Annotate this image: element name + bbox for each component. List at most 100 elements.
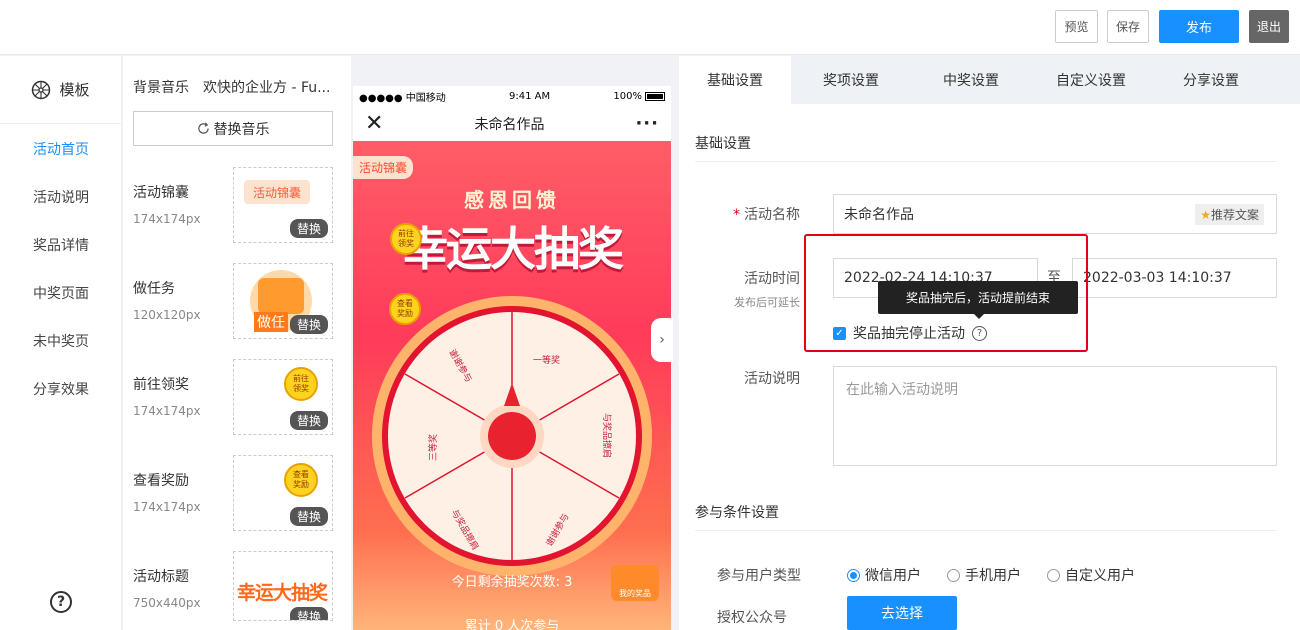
more-icon[interactable]: ··· xyxy=(635,113,659,134)
choose-account-button[interactable]: 去选择 xyxy=(847,596,957,630)
goto-thumb-text: 前往领奖 xyxy=(284,367,318,401)
title-thumb-text: 幸运大抽奖 xyxy=(237,582,328,604)
chevron-right-icon: › xyxy=(659,332,665,348)
phone-title: 未命名作品 xyxy=(474,116,545,133)
res-size-task: 120x120px xyxy=(133,308,201,322)
account-label: 授权公众号 xyxy=(717,610,787,626)
res-thumb-goto[interactable]: 前往领奖 替换 xyxy=(233,359,333,435)
status-time: 9:41 AM xyxy=(509,90,551,102)
star-icon: ★ xyxy=(1200,208,1211,222)
section-title-basic: 基础设置 xyxy=(695,136,751,152)
total-participants: 累计 0 人次参与 xyxy=(464,619,560,630)
nav-item-description[interactable]: 活动说明 xyxy=(33,187,89,207)
res-size-goto: 174x174px xyxy=(133,404,201,418)
nav-item-share[interactable]: 分享效果 xyxy=(33,379,89,399)
radio-custom[interactable]: 自定义用户 xyxy=(1047,565,1135,585)
template-label: 模板 xyxy=(59,81,90,99)
tab-share[interactable]: 分享设置 xyxy=(1151,56,1271,104)
phone-preview: ●●●●● 中国移动 9:41 AM 100% ✕ 未命名作品 ··· 活动锦囊… xyxy=(353,86,671,630)
radio-wechat[interactable]: 微信用户 xyxy=(847,565,921,585)
replace-tag[interactable]: 替换 xyxy=(289,607,328,620)
radio-phone[interactable]: 手机用户 xyxy=(947,565,1021,585)
end-time-input[interactable]: 2022-03-03 14:10:37 xyxy=(1072,258,1277,298)
nav-item-home[interactable]: 活动首页 xyxy=(33,139,89,159)
poster-subtitle: 感恩回馈 xyxy=(464,188,560,212)
time-label: 活动时间 xyxy=(744,271,800,287)
radio-icon[interactable] xyxy=(1047,568,1060,582)
bgm-name: 欢快的企业方 - Fu... xyxy=(203,80,331,96)
res-thumb-reward[interactable]: 查看奖励 替换 xyxy=(233,455,333,531)
name-input[interactable]: 未命名作品 ★推荐文案 xyxy=(833,194,1277,234)
divider xyxy=(695,530,1277,531)
usertype-label: 参与用户类型 xyxy=(717,568,801,584)
replace-tag[interactable]: 替换 xyxy=(289,411,328,430)
help-icon[interactable]: ? xyxy=(50,591,72,613)
highlight-box xyxy=(804,234,1088,352)
res-label-goto: 前往领奖 xyxy=(133,377,189,393)
template-icon xyxy=(32,80,51,99)
recommend-button[interactable]: ★推荐文案 xyxy=(1195,204,1264,225)
publish-button[interactable]: 发布 xyxy=(1159,10,1239,43)
res-thumb-tips[interactable]: 活动锦囊 替换 xyxy=(233,167,333,243)
divider xyxy=(695,161,1277,162)
task-thumb-text: 做任 xyxy=(254,312,288,332)
res-thumb-task[interactable]: 做任 替换 xyxy=(233,263,333,339)
battery-text: 100% xyxy=(613,90,642,102)
nav-item-win-page[interactable]: 中奖页面 xyxy=(33,283,89,303)
top-toolbar: 预览 保存 发布 退出 xyxy=(0,0,1300,55)
res-thumb-title[interactable]: 幸运大抽奖 替换 xyxy=(233,551,333,621)
desc-label: 活动说明 xyxy=(744,371,800,387)
wheel-segment: 与奖品擦肩 xyxy=(601,412,612,459)
phone-navbar: ✕ 未命名作品 ··· xyxy=(353,106,671,141)
name-label: * 活动名称 xyxy=(733,207,800,223)
wheel-segment: 三等奖 xyxy=(429,433,440,462)
status-bar: ●●●●● 中国移动 9:41 AM 100% xyxy=(353,86,671,106)
battery: 100% xyxy=(613,91,665,102)
refresh-icon xyxy=(197,122,209,134)
replace-tag[interactable]: 替换 xyxy=(289,219,328,238)
res-label-reward: 查看奖励 xyxy=(133,473,189,489)
reward-thumb-text: 查看奖励 xyxy=(284,463,318,497)
radio-checked-icon[interactable] xyxy=(847,568,860,582)
battery-icon xyxy=(644,91,665,101)
tab-basic[interactable]: 基础设置 xyxy=(679,56,791,104)
goto-prize-button[interactable]: 前往领奖 xyxy=(390,223,422,255)
template-button[interactable]: 模板 xyxy=(0,56,121,124)
tips-badge[interactable]: 活动锦囊 xyxy=(353,156,414,179)
tab-winning[interactable]: 中奖设置 xyxy=(911,56,1031,104)
tab-prizes[interactable]: 奖项设置 xyxy=(791,56,911,104)
wheel-segment: 一等奖 xyxy=(533,356,561,366)
res-label-title: 活动标题 xyxy=(133,569,189,585)
bgm-label: 背景音乐 xyxy=(133,80,189,96)
radio-icon[interactable] xyxy=(947,568,960,582)
res-label-tips: 活动锦囊 xyxy=(133,185,189,201)
preview-button[interactable]: 预览 xyxy=(1055,10,1098,43)
res-size-title: 750x440px xyxy=(133,596,201,610)
time-hint: 发布后可延长 xyxy=(734,296,800,309)
description-textarea[interactable]: 在此输入活动说明 xyxy=(833,366,1277,466)
my-prize-button[interactable]: 我的奖品 xyxy=(611,565,659,601)
settings-tabs: 基础设置 奖项设置 中奖设置 自定义设置 分享设置 xyxy=(679,56,1300,104)
replace-music-label: 替换音乐 xyxy=(213,121,270,138)
replace-music-button[interactable]: 替换音乐 xyxy=(133,111,333,146)
lottery-poster: 活动锦囊 感恩回馈 幸运大抽奖 前往领奖 查看奖励 谢谢参与 一等奖 与奖品擦肩… xyxy=(353,141,671,630)
close-icon[interactable]: ✕ xyxy=(365,112,383,134)
collapse-toggle[interactable]: › xyxy=(651,318,673,362)
settings-panel: 基础设置 奖项设置 中奖设置 自定义设置 分享设置 基础设置 * 活动名称 未命名… xyxy=(679,56,1300,630)
nav-item-prize-detail[interactable]: 奖品详情 xyxy=(33,235,89,255)
replace-tag[interactable]: 替换 xyxy=(289,507,328,526)
lottery-wheel[interactable] xyxy=(353,291,671,581)
tab-custom[interactable]: 自定义设置 xyxy=(1031,56,1151,104)
name-value: 未命名作品 xyxy=(844,207,914,223)
carrier-text: ●●●●● 中国移动 xyxy=(359,92,446,104)
section-title-conditions: 参与条件设置 xyxy=(695,505,779,521)
tips-thumb-text: 活动锦囊 xyxy=(244,180,310,204)
res-size-reward: 174x174px xyxy=(133,500,201,514)
replace-tag[interactable]: 替换 xyxy=(289,315,328,334)
resource-panel: 背景音乐 欢快的企业方 - Fu... 替换音乐 活动锦囊 174x174px … xyxy=(123,56,351,630)
exit-button[interactable]: 退出 xyxy=(1249,10,1289,43)
nav-item-lose-page[interactable]: 未中奖页 xyxy=(33,331,89,351)
save-button[interactable]: 保存 xyxy=(1107,10,1149,43)
res-label-task: 做任务 xyxy=(133,281,175,297)
left-nav: 模板 活动首页 活动说明 奖品详情 中奖页面 未中奖页 分享效果 ? xyxy=(0,56,122,630)
